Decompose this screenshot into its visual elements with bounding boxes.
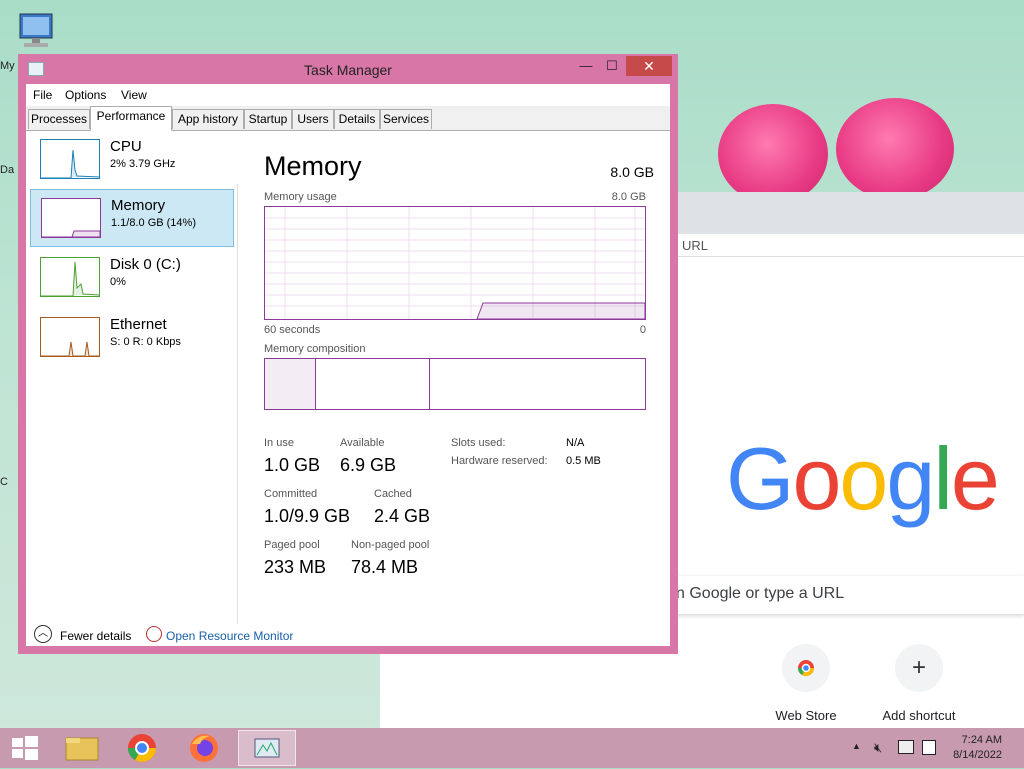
- sidebar-label: Memory: [111, 197, 166, 214]
- menu-options[interactable]: Options: [65, 88, 106, 102]
- sidebar-sublabel: 0%: [110, 276, 126, 288]
- memory-total: 8.0 GB: [610, 164, 654, 180]
- composition-in-use: [265, 359, 316, 409]
- desktop-label-da: Da: [0, 164, 15, 176]
- tab-startup[interactable]: Startup: [244, 109, 292, 129]
- sidebar-divider: [237, 184, 238, 624]
- minimize-button[interactable]: —: [576, 56, 596, 76]
- chevron-up-icon[interactable]: ︿: [34, 625, 52, 643]
- task-manager-icon[interactable]: [238, 730, 296, 766]
- non-paged-pool-value: 78.4 MB: [351, 557, 419, 577]
- memory-usage-label: Memory usage: [264, 191, 337, 203]
- memory-usage-graph: [264, 206, 646, 320]
- memory-thumbnail-graph: [41, 198, 101, 238]
- show-hidden-icons-icon[interactable]: ▲: [852, 741, 861, 751]
- footer-bar: ︿ Fewer details Open Resource Monitor: [26, 624, 670, 646]
- shortcut-web-store[interactable]: Web Store: [756, 644, 856, 723]
- sidebar-sublabel: S: 0 R: 0 Kbps: [110, 336, 181, 348]
- desktop-label-my: My: [0, 60, 15, 72]
- resource-sidebar: CPU 2% 3.79 GHz Memory 1.1/8.0 GB (14%) …: [26, 131, 238, 599]
- taskbar: ▲ 🔇︎ 7:24 AM 8/14/2022: [0, 728, 1024, 768]
- time-axis-left: 60 seconds: [264, 324, 321, 336]
- ethernet-thumbnail-graph: [40, 317, 100, 357]
- desktop-label-c: C: [0, 476, 8, 488]
- sidebar-label: Ethernet: [110, 316, 167, 333]
- cached-label: Cached: [374, 488, 412, 500]
- sidebar-item-cpu[interactable]: CPU 2% 3.79 GHz: [30, 131, 234, 189]
- tab-app-history[interactable]: App history: [172, 109, 244, 129]
- committed-value: 1.0/9.9 GB: [264, 506, 351, 526]
- computer-icon[interactable]: [14, 10, 60, 52]
- menu-file[interactable]: File: [33, 88, 52, 102]
- sidebar-label: Disk 0 (C:): [110, 256, 181, 273]
- committed-label: Committed: [264, 488, 318, 500]
- disk-thumbnail-graph: [40, 257, 100, 297]
- tab-services[interactable]: Services: [380, 109, 432, 129]
- task-manager-body: File Options View Processes Performance …: [26, 84, 670, 646]
- menu-bar: File Options View: [26, 84, 670, 106]
- shortcut-add[interactable]: + Add shortcut: [869, 644, 969, 723]
- available-value: 6.9 GB: [340, 455, 397, 475]
- memory-panel: Memory 8.0 GB Memory usage 8.0 GB 60 sec…: [264, 131, 654, 611]
- close-button[interactable]: ✕: [626, 56, 672, 76]
- start-button[interactable]: [0, 730, 50, 766]
- google-logo: Google: [726, 429, 1000, 528]
- firefox-icon[interactable]: [178, 730, 230, 766]
- title-bar[interactable]: Task Manager — ☐ ✕: [18, 54, 678, 84]
- network-icon[interactable]: [898, 740, 914, 754]
- composition-standby: [429, 359, 430, 409]
- maximize-button[interactable]: ☐: [602, 56, 622, 76]
- menu-view[interactable]: View: [121, 88, 147, 102]
- paged-pool-label: Paged pool: [264, 539, 320, 551]
- flower-petal-left: [718, 104, 828, 204]
- sidebar-item-memory[interactable]: Memory 1.1/8.0 GB (14%): [30, 189, 234, 247]
- resource-monitor-icon: [146, 626, 162, 642]
- fewer-details-link[interactable]: Fewer details: [60, 629, 131, 643]
- non-paged-pool-label: Non-paged pool: [351, 539, 430, 551]
- file-explorer-icon[interactable]: [56, 730, 108, 766]
- system-clock[interactable]: 7:24 AM 8/14/2022: [953, 733, 1002, 763]
- tab-strip: Processes Performance App history Startu…: [26, 106, 670, 131]
- slots-used-label: Slots used:: [451, 437, 506, 449]
- cached-value: 2.4 GB: [374, 506, 431, 526]
- memory-usage-max: 8.0 GB: [611, 191, 646, 203]
- tab-details[interactable]: Details: [334, 109, 380, 129]
- action-center-icon[interactable]: [922, 740, 936, 755]
- time-axis-right: 0: [639, 324, 646, 336]
- hardware-reserved-label: Hardware reserved:: [451, 455, 548, 467]
- plus-icon: +: [895, 644, 943, 692]
- sidebar-item-disk[interactable]: Disk 0 (C:) 0%: [30, 249, 234, 307]
- sidebar-label: CPU: [110, 138, 142, 155]
- flower-petal-right: [836, 98, 954, 200]
- sidebar-sublabel: 2% 3.79 GHz: [110, 158, 176, 170]
- shortcut-label: Web Store: [775, 708, 837, 723]
- volume-muted-icon[interactable]: 🔇︎: [874, 740, 882, 756]
- task-manager-window: Task Manager — ☐ ✕ File Options View Pro…: [18, 54, 678, 654]
- sidebar-sublabel: 1.1/8.0 GB (14%): [111, 217, 196, 229]
- tab-processes[interactable]: Processes: [28, 109, 90, 129]
- memory-composition-bar: [264, 358, 646, 410]
- web-store-icon: [782, 644, 830, 692]
- google-search-box[interactable]: n Google or type a URL: [662, 576, 1024, 615]
- shortcut-label: Add shortcut: [882, 708, 956, 723]
- tab-users[interactable]: Users: [292, 109, 334, 129]
- sidebar-item-ethernet[interactable]: Ethernet S: 0 R: 0 Kbps: [30, 309, 234, 367]
- in-use-label: In use: [264, 437, 294, 449]
- paged-pool-value: 233 MB: [264, 557, 327, 577]
- omnibox-placeholder: URL: [682, 238, 709, 253]
- cpu-thumbnail-graph: [40, 139, 100, 179]
- tab-performance[interactable]: Performance: [90, 106, 172, 131]
- open-resource-monitor-link[interactable]: Open Resource Monitor: [166, 629, 293, 643]
- in-use-value: 1.0 GB: [264, 455, 321, 475]
- panel-title: Memory: [264, 151, 362, 181]
- chrome-icon[interactable]: [116, 730, 168, 766]
- available-label: Available: [340, 437, 385, 449]
- clock-time: 7:24 AM: [961, 734, 1002, 746]
- slots-used-value: N/A: [566, 437, 585, 449]
- clock-date: 8/14/2022: [953, 749, 1002, 761]
- hardware-reserved-value: 0.5 MB: [566, 455, 601, 467]
- memory-composition-label: Memory composition: [264, 343, 366, 355]
- search-placeholder: n Google or type a URL: [676, 585, 845, 602]
